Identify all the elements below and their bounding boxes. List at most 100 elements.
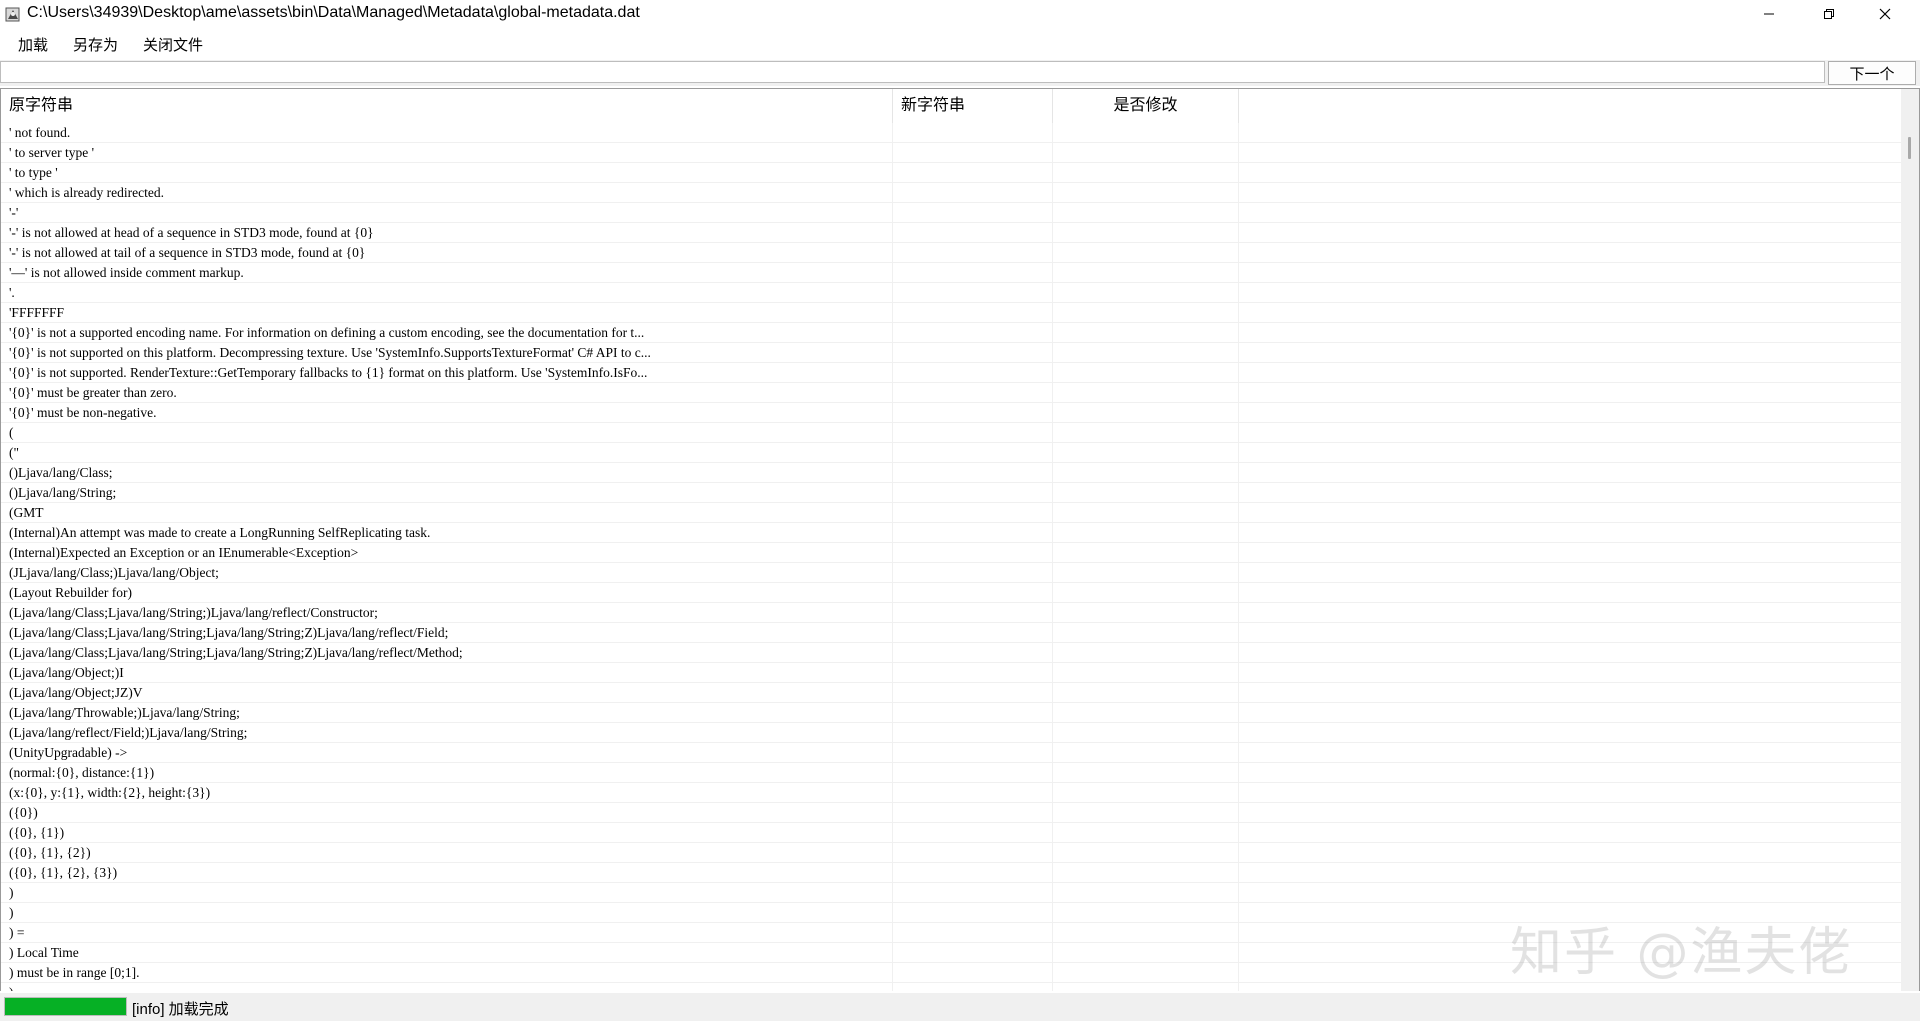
list-item[interactable]: (Internal)Expected an Exception or an IE… — [1, 543, 1901, 563]
list-item[interactable]: '{0}' must be non-negative. — [1, 403, 1901, 423]
string-list[interactable]: 原字符串 新字符串 是否修改 ' not found. ' to server t… — [0, 88, 1920, 991]
menu-close-file[interactable]: 关闭文件 — [143, 34, 203, 55]
list-item[interactable]: (Ljava/lang/Object;JZ)V — [1, 683, 1901, 703]
new-string-cell[interactable] — [893, 663, 1053, 683]
list-item[interactable]: ' which is already redirected. — [1, 183, 1901, 203]
list-item[interactable]: '-' is not allowed at tail of a sequence… — [1, 243, 1901, 263]
list-item[interactable]: '{0}' is not a supported encoding name. … — [1, 323, 1901, 343]
new-string-cell[interactable] — [893, 363, 1053, 383]
list-item[interactable]: ' to server type ' — [1, 143, 1901, 163]
list-item[interactable]: ({0}, {1}) — [1, 823, 1901, 843]
new-string-cell[interactable] — [893, 943, 1053, 963]
new-string-cell[interactable] — [893, 803, 1053, 823]
list-item[interactable]: ) — [1, 883, 1901, 903]
new-string-cell[interactable] — [893, 963, 1053, 983]
list-item[interactable]: '. — [1, 283, 1901, 303]
new-string-cell[interactable] — [893, 883, 1053, 903]
list-item[interactable]: (GMT — [1, 503, 1901, 523]
new-string-cell[interactable] — [893, 543, 1053, 563]
new-string-cell[interactable] — [893, 223, 1053, 243]
new-string-cell[interactable] — [893, 763, 1053, 783]
list-item[interactable]: (Ljava/lang/Throwable;)Ljava/lang/String… — [1, 703, 1901, 723]
list-item[interactable]: '{0}' is not supported on this platform.… — [1, 343, 1901, 363]
list-item[interactable]: (Ljava/lang/Class;Ljava/lang/String;)Lja… — [1, 603, 1901, 623]
original-string-cell: ' which is already redirected. — [1, 183, 893, 203]
new-string-cell[interactable] — [893, 203, 1053, 223]
new-string-cell[interactable] — [893, 383, 1053, 403]
new-string-cell[interactable] — [893, 523, 1053, 543]
vertical-scrollbar[interactable] — [1901, 89, 1919, 991]
list-item[interactable]: ({0}) — [1, 803, 1901, 823]
menu-load[interactable]: 加载 — [18, 34, 48, 55]
search-input[interactable] — [0, 61, 1825, 83]
new-string-cell[interactable] — [893, 923, 1053, 943]
list-item[interactable]: (Ljava/lang/reflect/Field;)Ljava/lang/St… — [1, 723, 1901, 743]
list-item[interactable]: ( — [1, 423, 1901, 443]
new-string-cell[interactable] — [893, 823, 1053, 843]
new-string-cell[interactable] — [893, 723, 1053, 743]
new-string-cell[interactable] — [893, 683, 1053, 703]
column-original[interactable]: 原字符串 — [1, 89, 893, 123]
new-string-cell[interactable] — [893, 583, 1053, 603]
list-item[interactable]: (normal:{0}, distance:{1}) — [1, 763, 1901, 783]
new-string-cell[interactable] — [893, 783, 1053, 803]
list-item[interactable]: ({0}, {1}, {2}) — [1, 843, 1901, 863]
new-string-cell[interactable] — [893, 423, 1053, 443]
list-item[interactable]: '{0}' is not supported. RenderTexture::G… — [1, 363, 1901, 383]
list-item[interactable]: ' to type ' — [1, 163, 1901, 183]
list-item[interactable]: (x:{0}, y:{1}, width:{2}, height:{3}) — [1, 783, 1901, 803]
restore-button[interactable] — [1806, 0, 1852, 28]
new-string-cell[interactable] — [893, 143, 1053, 163]
new-string-cell[interactable] — [893, 303, 1053, 323]
next-button[interactable]: 下一个 — [1828, 61, 1916, 85]
new-string-cell[interactable] — [893, 503, 1053, 523]
new-string-cell[interactable] — [893, 183, 1053, 203]
new-string-cell[interactable] — [893, 603, 1053, 623]
new-string-cell[interactable] — [893, 463, 1053, 483]
column-new[interactable]: 新字符串 — [893, 89, 1053, 123]
list-item[interactable]: (Internal)An attempt was made to create … — [1, 523, 1901, 543]
scrollbar-thumb[interactable] — [1908, 137, 1911, 159]
list-item[interactable]: 'FFFFFFF — [1, 303, 1901, 323]
new-string-cell[interactable] — [893, 243, 1053, 263]
new-string-cell[interactable] — [893, 843, 1053, 863]
new-string-cell[interactable] — [893, 983, 1053, 991]
new-string-cell[interactable] — [893, 563, 1053, 583]
close-button[interactable] — [1862, 0, 1908, 28]
new-string-cell[interactable] — [893, 863, 1053, 883]
list-item[interactable]: (Ljava/lang/Class;Ljava/lang/String;Ljav… — [1, 623, 1901, 643]
new-string-cell[interactable] — [893, 123, 1053, 143]
minimize-button[interactable] — [1746, 0, 1792, 28]
new-string-cell[interactable] — [893, 343, 1053, 363]
list-item[interactable]: (UnityUpgradable) -> — [1, 743, 1901, 763]
list-item[interactable]: (Ljava/lang/Class;Ljava/lang/String;Ljav… — [1, 643, 1901, 663]
new-string-cell[interactable] — [893, 283, 1053, 303]
list-item[interactable]: ({0}, {1}, {2}, {3}) — [1, 863, 1901, 883]
new-string-cell[interactable] — [893, 403, 1053, 423]
list-item[interactable]: (" — [1, 443, 1901, 463]
list-item[interactable]: (Ljava/lang/Object;)I — [1, 663, 1901, 683]
new-string-cell[interactable] — [893, 643, 1053, 663]
list-item[interactable]: '{0}' must be greater than zero. — [1, 383, 1901, 403]
new-string-cell[interactable] — [893, 903, 1053, 923]
list-item[interactable]: '—' is not allowed inside comment markup… — [1, 263, 1901, 283]
new-string-cell[interactable] — [893, 703, 1053, 723]
list-item[interactable]: ()Ljava/lang/Class; — [1, 463, 1901, 483]
new-string-cell[interactable] — [893, 743, 1053, 763]
row-filler — [1239, 423, 1901, 443]
menu-save-as[interactable]: 另存为 — [73, 34, 118, 55]
minimize-icon — [1764, 13, 1774, 15]
list-item[interactable]: ' not found. — [1, 123, 1901, 143]
column-modified[interactable]: 是否修改 — [1053, 89, 1239, 123]
list-item[interactable]: (JLjava/lang/Class;)Ljava/lang/Object; — [1, 563, 1901, 583]
list-item[interactable]: (Layout Rebuilder for) — [1, 583, 1901, 603]
list-item[interactable]: ()Ljava/lang/String; — [1, 483, 1901, 503]
list-item[interactable]: '-' — [1, 203, 1901, 223]
new-string-cell[interactable] — [893, 623, 1053, 643]
new-string-cell[interactable] — [893, 443, 1053, 463]
new-string-cell[interactable] — [893, 163, 1053, 183]
list-item[interactable]: '-' is not allowed at head of a sequence… — [1, 223, 1901, 243]
new-string-cell[interactable] — [893, 263, 1053, 283]
new-string-cell[interactable] — [893, 323, 1053, 343]
new-string-cell[interactable] — [893, 483, 1053, 503]
